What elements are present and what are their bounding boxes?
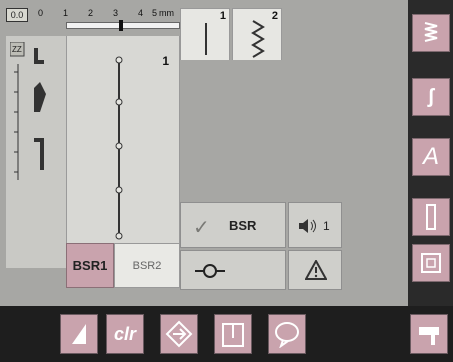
- stitch-preview[interactable]: 1: [66, 36, 180, 268]
- stitch-path-icon: [115, 56, 123, 240]
- ruler-tick: 1: [63, 8, 69, 18]
- ruler-unit: mm: [159, 8, 174, 18]
- ruler-tick: 0: [38, 8, 44, 18]
- ruler-tick: 2: [88, 8, 94, 18]
- quick-stitch-icon: ʃ: [427, 85, 435, 108]
- stitch-menu-icon: [424, 22, 438, 42]
- thread-direction-icon: [195, 264, 225, 278]
- stitch-menu-back-button[interactable]: [60, 314, 98, 354]
- ruler-tick: 5: [152, 8, 158, 18]
- document-icon: [222, 323, 244, 347]
- stitch-length-scale-icon: ZZ: [10, 42, 46, 180]
- stitch-width-ruler: 0.0 0 1 2 3 4 5 mm: [6, 8, 180, 31]
- help-button[interactable]: [268, 314, 306, 354]
- tab-bsr1[interactable]: BSR1: [66, 243, 114, 288]
- speech-bubble-icon: [275, 322, 299, 348]
- memory-button[interactable]: [214, 314, 252, 354]
- foot-control-button[interactable]: [180, 250, 286, 290]
- quilt-icon: [421, 253, 441, 273]
- setup-button[interactable]: [410, 314, 448, 354]
- clr-label: clr: [113, 323, 137, 344]
- stitch-menu-button[interactable]: [412, 14, 450, 52]
- volume-level: 1: [323, 219, 330, 233]
- needle-icon: [72, 324, 86, 344]
- zigzag-stitch-icon: [251, 20, 265, 58]
- ruler-marker: [119, 20, 123, 31]
- machine-icon: [419, 327, 439, 345]
- settings-strip: ZZ: [6, 36, 66, 268]
- speaker-icon: [299, 219, 316, 233]
- warning-button[interactable]: [288, 250, 342, 290]
- warning-icon: [305, 260, 327, 280]
- ruler-bar: [66, 20, 180, 31]
- volume-button[interactable]: 1: [288, 202, 342, 248]
- pattern-tile-zigzag[interactable]: 2: [232, 8, 282, 62]
- quilt-button[interactable]: [412, 244, 450, 282]
- quick-stitch-button[interactable]: ʃ: [412, 78, 450, 116]
- ruler-value-box: 0.0: [6, 8, 28, 22]
- pattern-tile-straight[interactable]: 1: [180, 8, 230, 62]
- svg-text:ZZ: ZZ: [12, 45, 22, 54]
- bsr-button[interactable]: ✓ BSR: [180, 202, 286, 248]
- empty-area: [180, 60, 408, 198]
- diamond-arrow-icon: [165, 320, 193, 348]
- move-button[interactable]: [160, 314, 198, 354]
- ruler-tick: 3: [113, 8, 119, 18]
- checkmark-icon: ✓: [193, 217, 210, 239]
- alphabet-icon: A: [422, 143, 439, 170]
- clr-button[interactable]: clr: [106, 314, 144, 354]
- tab-bsr2[interactable]: BSR2: [114, 243, 180, 288]
- bsr-button-label: BSR: [229, 218, 257, 233]
- straight-stitch-icon: [205, 23, 207, 55]
- buttonhole-icon: [426, 204, 436, 230]
- ruler-tick: 4: [138, 8, 144, 18]
- alphabet-button[interactable]: A: [412, 138, 450, 176]
- buttonhole-button[interactable]: [412, 198, 450, 236]
